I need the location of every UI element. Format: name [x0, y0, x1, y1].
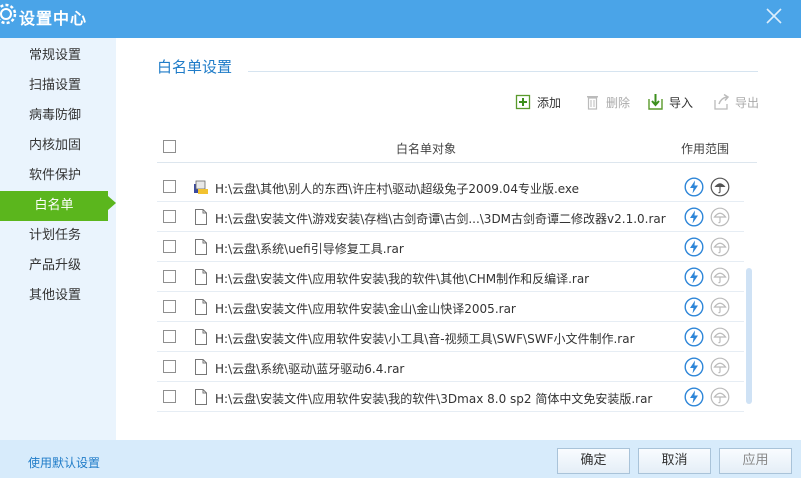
sidebar-item-kernel-hardening[interactable]: 内核加固	[0, 131, 116, 161]
table-row[interactable]: H:\云盘\安装文件\游戏安装\存档\古剑奇谭\古剑...\3DM古剑奇谭二修改…	[157, 202, 744, 232]
row-checkbox[interactable]	[163, 210, 176, 223]
exe-icon	[194, 180, 208, 194]
file-icon	[195, 209, 207, 225]
trash-icon	[587, 96, 598, 110]
row-path: H:\云盘\系统\uefi引导修复工具.rar	[215, 242, 404, 256]
sidebar-item-product-upgrade[interactable]: 产品升级	[0, 251, 116, 281]
table-row[interactable]: H:\云盘\其他\别人的东西\许庄村\驱动\超级兔子2009.04专业版.exe	[157, 172, 744, 202]
column-header-scope: 作用范围	[681, 142, 730, 156]
file-icon	[195, 389, 207, 405]
umbrella-icon[interactable]	[710, 387, 730, 407]
bolt-icon[interactable]	[684, 357, 704, 377]
close-icon[interactable]	[762, 4, 786, 28]
section-title: 白名单设置	[157, 58, 233, 76]
row-checkbox[interactable]	[163, 390, 176, 403]
import-icon	[648, 94, 663, 110]
umbrella-icon[interactable]	[710, 327, 730, 347]
header-divider	[157, 162, 757, 163]
row-checkbox[interactable]	[163, 360, 176, 373]
add-icon	[515, 94, 531, 110]
row-path: H:\云盘\安装文件\应用软件安装\金山\金山快译2005.rar	[215, 302, 516, 316]
row-checkbox[interactable]	[163, 300, 176, 313]
title-bar: 设置中心	[0, 0, 801, 38]
active-indicator-arrow	[108, 196, 116, 210]
bolt-icon[interactable]	[684, 297, 704, 317]
row-path: H:\云盘\安装文件\游戏安装\存档\古剑奇谭\古剑...\3DM古剑奇谭二修改…	[215, 212, 666, 226]
sidebar-item-scan[interactable]: 扫描设置	[0, 71, 116, 101]
apply-button[interactable]: 应用	[719, 448, 792, 474]
bolt-icon[interactable]	[684, 387, 704, 407]
column-header-object: 白名单对象	[396, 142, 457, 156]
window-title: 设置中心	[19, 9, 88, 28]
gear-logo-icon	[0, 3, 17, 25]
list-scrollbar[interactable]	[746, 268, 752, 404]
row-path: H:\云盘\安装文件\应用软件安装\小工具\音-视频工具\SWF\SWF小文件制…	[215, 332, 635, 346]
table-row[interactable]: H:\云盘\安装文件\应用软件安装\我的软件\3Dmax 8.0 sp2 简体中…	[157, 382, 744, 412]
file-icon	[195, 299, 207, 315]
file-icon	[195, 239, 207, 255]
sidebar-item-virus-defense[interactable]: 病毒防御	[0, 101, 116, 131]
umbrella-icon[interactable]	[710, 177, 730, 197]
sidebar-item-other-settings[interactable]: 其他设置	[0, 281, 116, 311]
row-checkbox[interactable]	[163, 270, 176, 283]
table-row[interactable]: H:\云盘\系统\驱动\蓝牙驱动6.4.rar	[157, 352, 744, 382]
sidebar: 常规设置 扫描设置 病毒防御 内核加固 软件保护 白名单 计划任务 产品升级 其…	[0, 38, 116, 440]
row-path: H:\云盘\其他\别人的东西\许庄村\驱动\超级兔子2009.04专业版.exe	[215, 182, 580, 196]
file-icon	[195, 329, 207, 345]
umbrella-icon[interactable]	[710, 267, 730, 287]
section-divider	[248, 71, 758, 72]
file-icon	[195, 359, 207, 375]
export-label: 导出	[735, 96, 760, 110]
export-icon	[714, 93, 730, 110]
umbrella-icon[interactable]	[710, 207, 730, 227]
umbrella-icon[interactable]	[710, 357, 730, 377]
restore-defaults-link[interactable]: 使用默认设置	[28, 454, 100, 471]
row-checkbox[interactable]	[163, 240, 176, 253]
table-row[interactable]: H:\云盘\安装文件\应用软件安装\我的软件\其他\CHM制作和反编译.rar	[157, 262, 744, 292]
sidebar-item-software-protection[interactable]: 软件保护	[0, 161, 116, 191]
row-checkbox[interactable]	[163, 330, 176, 343]
row-path: H:\云盘\安装文件\应用软件安装\我的软件\其他\CHM制作和反编译.rar	[215, 272, 590, 286]
delete-label: 删除	[606, 96, 631, 110]
select-all-checkbox[interactable]	[163, 140, 176, 153]
sidebar-item-scheduled-tasks[interactable]: 计划任务	[0, 221, 116, 251]
cancel-button[interactable]: 取消	[638, 448, 711, 474]
row-path: H:\云盘\系统\驱动\蓝牙驱动6.4.rar	[215, 362, 405, 376]
umbrella-icon[interactable]	[710, 297, 730, 317]
bolt-icon[interactable]	[684, 237, 704, 257]
ok-button[interactable]: 确定	[557, 448, 630, 474]
add-label: 添加	[537, 96, 562, 110]
bolt-icon[interactable]	[684, 327, 704, 347]
bolt-icon[interactable]	[684, 177, 704, 197]
bolt-icon[interactable]	[684, 207, 704, 227]
table-row[interactable]: H:\云盘\安装文件\应用软件安装\小工具\音-视频工具\SWF\SWF小文件制…	[157, 322, 744, 352]
sidebar-item-whitelist[interactable]: 白名单	[0, 191, 108, 221]
row-checkbox[interactable]	[163, 180, 176, 193]
bolt-icon[interactable]	[684, 267, 704, 287]
file-icon	[195, 269, 207, 285]
sidebar-item-general[interactable]: 常规设置	[0, 41, 116, 71]
table-row[interactable]: H:\云盘\系统\uefi引导修复工具.rar	[157, 232, 744, 262]
row-path: H:\云盘\安装文件\应用软件安装\我的软件\3Dmax 8.0 sp2 简体中…	[215, 392, 653, 406]
table-row[interactable]: H:\云盘\安装文件\应用软件安装\金山\金山快译2005.rar	[157, 292, 744, 322]
footer-bar: 使用默认设置 确定 取消 应用	[0, 440, 801, 478]
import-label: 导入	[669, 96, 694, 110]
row-divider	[157, 411, 744, 412]
umbrella-icon[interactable]	[710, 237, 730, 257]
